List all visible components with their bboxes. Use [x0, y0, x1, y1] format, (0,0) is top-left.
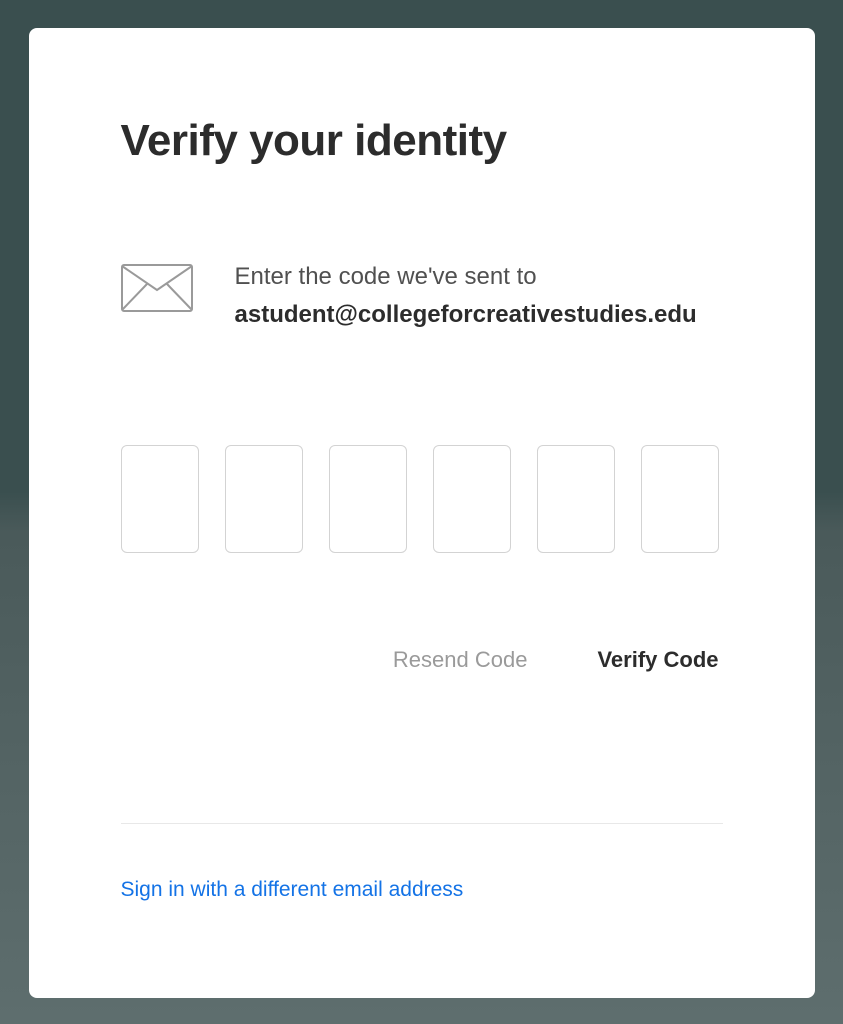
code-digit-5[interactable] [537, 445, 615, 553]
instruction-prefix: Enter the code we've sent to [235, 263, 537, 290]
instruction-text: Enter the code we've sent to astudent@co… [235, 258, 697, 335]
divider [121, 823, 723, 824]
page-title: Verify your identity [121, 116, 723, 166]
verify-code-button[interactable]: Verify Code [597, 647, 718, 673]
code-input-row [121, 445, 723, 553]
alt-signin-link[interactable]: Sign in with a different email address [121, 878, 464, 901]
code-digit-2[interactable] [225, 445, 303, 553]
envelope-icon [121, 264, 193, 317]
code-digit-6[interactable] [641, 445, 719, 553]
resend-code-button[interactable]: Resend Code [393, 647, 528, 673]
footer: Sign in with a different email address [121, 823, 723, 902]
action-buttons: Resend Code Verify Code [121, 647, 723, 673]
code-digit-3[interactable] [329, 445, 407, 553]
code-digit-4[interactable] [433, 445, 511, 553]
code-digit-1[interactable] [121, 445, 199, 553]
verification-card: Verify your identity Enter the code we'v… [29, 28, 815, 998]
email-address: astudent@collegeforcreativestudies.edu [235, 301, 697, 328]
instruction-row: Enter the code we've sent to astudent@co… [121, 258, 723, 335]
